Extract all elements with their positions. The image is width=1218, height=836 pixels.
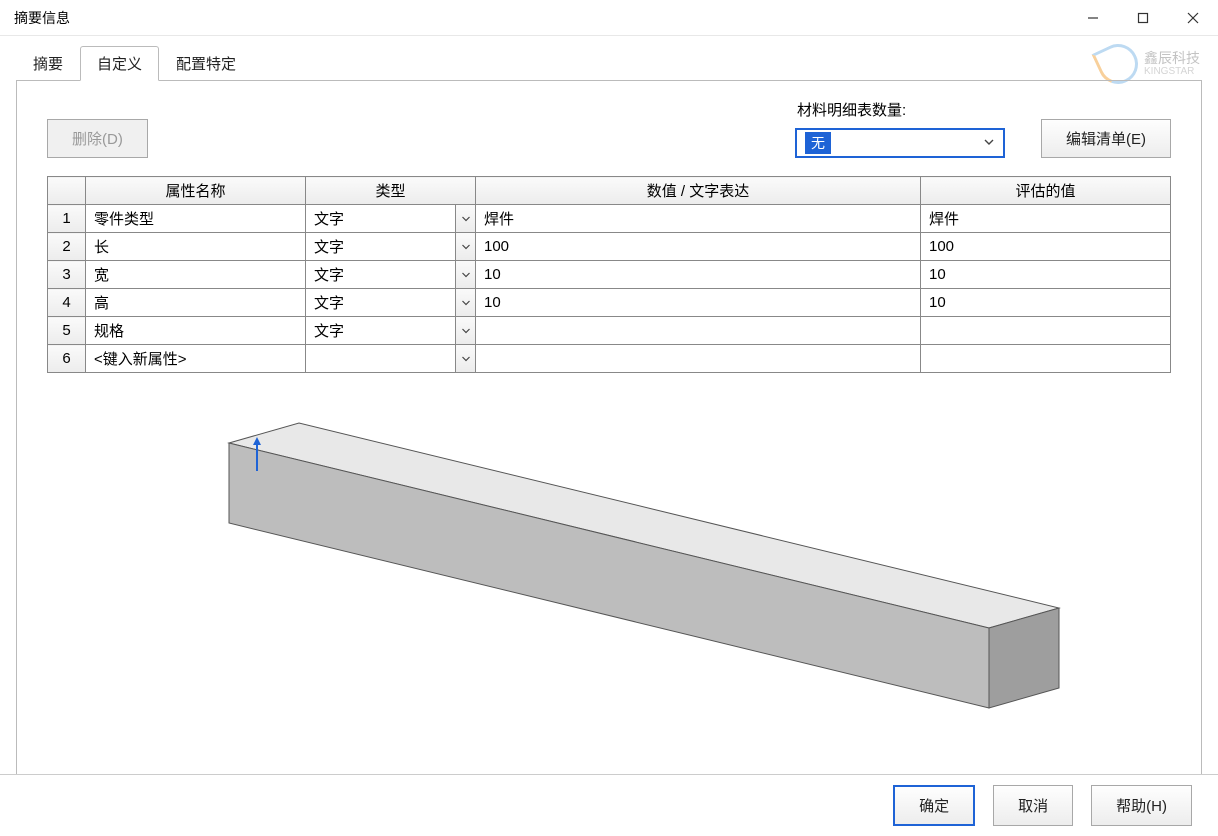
row-index[interactable]: 5 <box>48 317 86 345</box>
chevron-down-icon[interactable] <box>455 317 475 344</box>
bom-area: 材料明细表数量: 无 <box>795 99 1005 158</box>
prop-value-cell[interactable] <box>476 317 921 345</box>
bom-label: 材料明细表数量: <box>795 99 906 120</box>
row-index[interactable]: 2 <box>48 233 86 261</box>
toolbar: 删除(D) 材料明细表数量: 无 编辑清单(E) <box>17 81 1201 176</box>
col-header-type[interactable]: 类型 <box>306 177 476 205</box>
chevron-down-icon[interactable] <box>455 261 475 288</box>
chevron-down-icon[interactable] <box>455 345 475 372</box>
tab-config-specific[interactable]: 配置特定 <box>159 46 253 81</box>
prop-name-cell[interactable]: 零件类型 <box>86 205 306 233</box>
prop-value-cell[interactable]: 10 <box>476 261 921 289</box>
prop-eval-cell: 焊件 <box>921 205 1171 233</box>
prop-eval-cell <box>921 317 1171 345</box>
prop-value-cell[interactable]: 焊件 <box>476 205 921 233</box>
cancel-button[interactable]: 取消 <box>993 785 1073 826</box>
close-button[interactable] <box>1168 0 1218 36</box>
help-button[interactable]: 帮助(H) <box>1091 785 1192 826</box>
row-index[interactable]: 3 <box>48 261 86 289</box>
prop-type-cell[interactable]: 文字 <box>306 233 476 261</box>
prop-type-cell[interactable]: 文字 <box>306 289 476 317</box>
prop-type-cell[interactable] <box>306 345 476 373</box>
prop-eval-cell: 10 <box>921 289 1171 317</box>
property-table: 属性名称 类型 数值 / 文字表达 评估的值 1 零件类型 文字 焊件 焊件 2… <box>47 176 1171 373</box>
bom-select-value: 无 <box>805 132 831 154</box>
table-row: 5 规格 文字 <box>48 317 1171 345</box>
prop-value-cell[interactable] <box>476 345 921 373</box>
prop-type-cell[interactable]: 文字 <box>306 261 476 289</box>
content-frame: 删除(D) 材料明细表数量: 无 编辑清单(E) 属性名称 类型 <box>16 81 1202 801</box>
table-row: 1 零件类型 文字 焊件 焊件 <box>48 205 1171 233</box>
dialog-footer: 确定 取消 帮助(H) <box>0 774 1218 836</box>
chevron-down-icon <box>983 135 995 151</box>
prop-type-cell[interactable]: 文字 <box>306 317 476 345</box>
delete-button[interactable]: 删除(D) <box>47 119 148 158</box>
table-row: 6 <键入新属性> <box>48 345 1171 373</box>
type-text: 文字 <box>314 239 344 256</box>
ok-button[interactable]: 确定 <box>893 785 975 826</box>
prop-name-cell[interactable]: 规格 <box>86 317 306 345</box>
bom-quantity-select[interactable]: 无 <box>795 128 1005 158</box>
prop-eval-cell: 10 <box>921 261 1171 289</box>
edit-list-button[interactable]: 编辑清单(E) <box>1041 119 1171 158</box>
chevron-down-icon[interactable] <box>455 205 475 232</box>
col-header-value[interactable]: 数值 / 文字表达 <box>476 177 921 205</box>
prop-value-cell[interactable]: 100 <box>476 233 921 261</box>
window-title: 摘要信息 <box>14 8 70 28</box>
maximize-button[interactable] <box>1118 0 1168 36</box>
tab-custom[interactable]: 自定义 <box>80 46 159 81</box>
table-row: 3 宽 文字 10 10 <box>48 261 1171 289</box>
chevron-down-icon[interactable] <box>455 233 475 260</box>
tabs-underline <box>16 80 1202 81</box>
window-controls <box>1068 0 1218 36</box>
prop-name-cell[interactable]: 宽 <box>86 261 306 289</box>
row-index[interactable]: 6 <box>48 345 86 373</box>
model-preview[interactable] <box>47 383 1171 753</box>
col-header-eval[interactable]: 评估的值 <box>921 177 1171 205</box>
row-index[interactable]: 4 <box>48 289 86 317</box>
tab-summary[interactable]: 摘要 <box>16 46 80 81</box>
type-text: 文字 <box>314 323 344 340</box>
prop-eval-cell <box>921 345 1171 373</box>
table-corner <box>48 177 86 205</box>
window-titlebar: 摘要信息 <box>0 0 1218 36</box>
type-text: 文字 <box>314 295 344 312</box>
table-row: 4 高 文字 10 10 <box>48 289 1171 317</box>
prop-name-cell[interactable]: 高 <box>86 289 306 317</box>
property-table-wrap: 属性名称 类型 数值 / 文字表达 评估的值 1 零件类型 文字 焊件 焊件 2… <box>17 176 1201 373</box>
type-text: 文字 <box>314 267 344 284</box>
tab-strip: 摘要 自定义 配置特定 <box>0 36 1218 81</box>
row-index[interactable]: 1 <box>48 205 86 233</box>
prop-name-cell[interactable]: 长 <box>86 233 306 261</box>
prop-type-cell[interactable]: 文字 <box>306 205 476 233</box>
prop-name-cell[interactable]: <键入新属性> <box>86 345 306 373</box>
table-row: 2 长 文字 100 100 <box>48 233 1171 261</box>
prop-eval-cell: 100 <box>921 233 1171 261</box>
col-header-name[interactable]: 属性名称 <box>86 177 306 205</box>
chevron-down-icon[interactable] <box>455 289 475 316</box>
minimize-button[interactable] <box>1068 0 1118 36</box>
type-text: 文字 <box>314 211 344 228</box>
model-preview-svg <box>47 383 1171 753</box>
prop-value-cell[interactable]: 10 <box>476 289 921 317</box>
